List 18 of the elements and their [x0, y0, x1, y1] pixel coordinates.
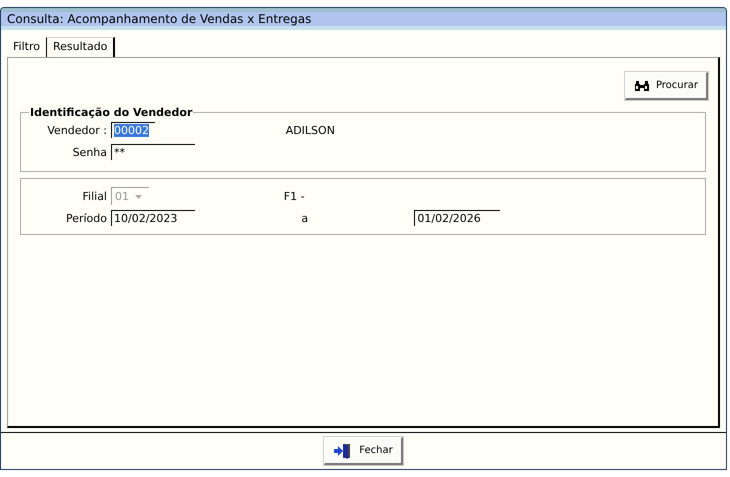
field-label: Filial — [82, 190, 107, 202]
search-button[interactable]: Procurar — [624, 72, 708, 100]
field-label: Vendedor : — [46, 124, 107, 136]
field-label: Período — [64, 212, 107, 224]
tab[interactable]: Filtro — [7, 38, 46, 57]
seller-name: ADILSON — [286, 124, 336, 136]
dropdown-arrow-icon — [135, 194, 142, 198]
branch-name: F1 - — [284, 190, 306, 202]
close-button[interactable]: Fechar — [324, 437, 403, 465]
date-field[interactable]: 01/02/2026 — [414, 210, 500, 226]
password-field[interactable]: ** — [111, 144, 195, 160]
window-title: Consulta: Acompanhamento de Vendas x Entregas — [7, 12, 312, 26]
range-separator: a — [301, 212, 310, 224]
binoculars-icon — [634, 80, 650, 92]
field-label: Senha — [72, 146, 107, 158]
group-title: Identificação do Vendedor — [29, 106, 194, 119]
tab[interactable]: Resultado — [46, 37, 116, 57]
date-field[interactable]: 10/02/2023 — [111, 210, 195, 226]
